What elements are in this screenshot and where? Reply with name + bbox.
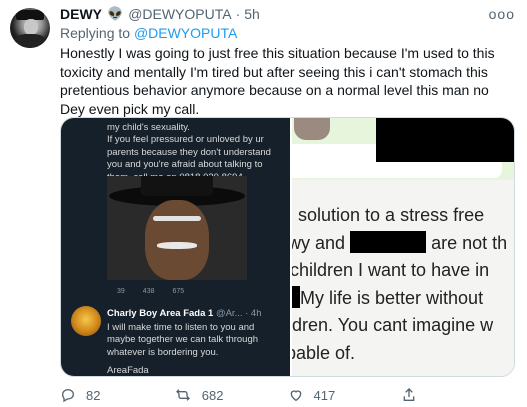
chat-line-segment: are not th bbox=[431, 232, 508, 253]
redaction-bar-top bbox=[376, 118, 514, 162]
chat-line: solution to a stress free bbox=[298, 205, 485, 225]
redaction-bar bbox=[292, 285, 300, 308]
chat-bubble-top bbox=[292, 118, 514, 180]
reply-button[interactable]: 82 bbox=[60, 387, 174, 403]
tweet-actions: 82 682 417 bbox=[60, 387, 515, 403]
chat-line-segment: My life is better without bbox=[300, 287, 484, 308]
screenshot-author: Charly Boy Area Fada 1 @Ar... · 4h bbox=[107, 308, 262, 319]
chat-line: My life is better without bbox=[292, 285, 514, 313]
hat-crown bbox=[141, 176, 213, 196]
like-count: 417 bbox=[313, 387, 336, 403]
screenshot-like-count: 675 bbox=[172, 288, 185, 295]
screenshot-author-name: Charly Boy Area Fada 1 bbox=[107, 308, 214, 319]
separator-dot: · bbox=[235, 6, 241, 22]
user-handle[interactable]: @DEWYOPUTA bbox=[128, 6, 231, 22]
retweet-count: 682 bbox=[201, 387, 224, 403]
replying-to-label: Replying to bbox=[60, 25, 131, 41]
screenshot-stats-row: 39 438 675 bbox=[117, 288, 184, 295]
tweet-header: DEWY 👽 @DEWYOPUTA · 5h bbox=[60, 6, 260, 22]
chat-line-segment: wy and bbox=[292, 232, 346, 253]
tweet-text: Honestly I was going to just free this s… bbox=[60, 45, 495, 117]
chat-line: wy and are not th bbox=[292, 230, 514, 258]
more-options-icon[interactable]: ooo bbox=[489, 6, 515, 22]
media-image-right[interactable]: solution to a stress free wy and are not… bbox=[292, 118, 514, 376]
screenshot-signature: AreaFada bbox=[107, 365, 149, 376]
share-button[interactable] bbox=[401, 387, 515, 403]
portrait-face bbox=[145, 200, 209, 280]
display-name[interactable]: DEWY bbox=[60, 6, 102, 22]
redaction-bar bbox=[350, 230, 427, 253]
portrait-brows bbox=[153, 216, 201, 221]
retweet-icon bbox=[175, 389, 190, 401]
reply-count: 82 bbox=[86, 387, 101, 403]
avatar-body bbox=[14, 34, 46, 48]
alien-emoji-icon: 👽 bbox=[107, 6, 124, 21]
screenshot-author-avatar bbox=[71, 306, 101, 336]
screenshot-reply-count: 39 bbox=[117, 288, 125, 295]
screenshot-top-text: my child's sexuality. If you feel pressu… bbox=[107, 122, 271, 183]
chat-line: ldren. You cant imagine w bbox=[292, 315, 494, 335]
share-icon bbox=[403, 388, 415, 401]
tweet-timestamp[interactable]: 5h bbox=[244, 6, 260, 22]
chat-message-text: solution to a stress free wy and are not… bbox=[292, 202, 514, 367]
reply-icon bbox=[61, 388, 75, 403]
replying-to: Replying to @DEWYOPUTA bbox=[60, 25, 237, 41]
media-image-left[interactable]: my child's sexuality. If you feel pressu… bbox=[61, 118, 290, 376]
tweet-media[interactable]: my child's sexuality. If you feel pressu… bbox=[60, 117, 515, 377]
heart-icon bbox=[290, 390, 301, 402]
portrait-photo bbox=[107, 176, 247, 280]
chat-line: children I want to have in bbox=[292, 260, 490, 280]
screenshot-retweet-count: 438 bbox=[142, 288, 155, 295]
avatar-face bbox=[24, 19, 38, 35]
like-button[interactable]: 417 bbox=[288, 387, 402, 403]
chat-line: pable of. bbox=[292, 342, 356, 363]
chat-thumbnail bbox=[294, 118, 330, 140]
profile-avatar[interactable] bbox=[10, 8, 50, 48]
portrait-moustache bbox=[157, 242, 197, 249]
retweet-button[interactable]: 682 bbox=[174, 387, 288, 403]
replying-to-handle-link[interactable]: @DEWYOPUTA bbox=[134, 25, 237, 41]
screenshot-author-meta: @Ar... · 4h bbox=[215, 308, 262, 319]
screenshot-reply-text: I will make time to listen to you and ma… bbox=[107, 322, 259, 358]
